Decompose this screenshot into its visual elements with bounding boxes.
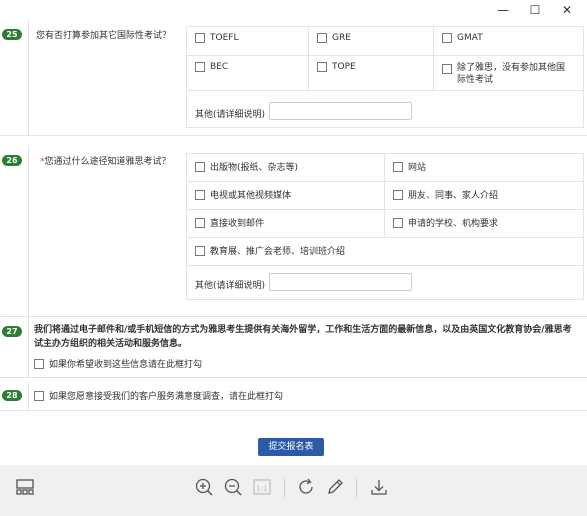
toolbar-separator xyxy=(356,479,357,497)
divider xyxy=(28,382,29,410)
checkbox[interactable] xyxy=(317,33,327,43)
other-input[interactable] xyxy=(269,102,412,120)
other-input[interactable] xyxy=(269,273,412,291)
question-27: 27 我们将通过电子邮件和/或手机短信的方式为雅思考生提供有关海外留学，工作和生… xyxy=(0,317,587,378)
checkbox[interactable] xyxy=(195,161,205,172)
options-grid: TOEFL GRE GMAT BEC TOPE 除了雅思，没有参加其他国际性考试… xyxy=(186,26,584,128)
checkbox[interactable] xyxy=(34,390,44,401)
checkbox[interactable] xyxy=(195,33,205,43)
option-none[interactable]: 除了雅思，没有参加其他国际性考试 xyxy=(434,56,583,91)
option-education-fair[interactable]: 教育展、推广会老师、培训班介绍 xyxy=(187,238,583,266)
q27-checkbox-option[interactable]: 如果你希望收到这些信息请在此框打勾 xyxy=(34,357,202,370)
question-number-badge: 27 xyxy=(2,326,22,337)
checkbox[interactable] xyxy=(442,33,452,43)
maximize-button[interactable]: ☐ xyxy=(525,2,545,18)
option-tv[interactable]: 电视或其他视频媒体 xyxy=(187,182,385,210)
submit-button[interactable]: 提交报名表 xyxy=(258,438,324,456)
zoom-out-icon xyxy=(224,478,242,496)
svg-text:1:1: 1:1 xyxy=(256,485,267,493)
rotate-icon xyxy=(299,478,313,494)
thumbnail-view-button[interactable] xyxy=(15,477,35,497)
divider xyxy=(28,317,29,377)
option-bec[interactable]: BEC xyxy=(187,56,309,91)
zoom-in-button[interactable] xyxy=(194,477,214,497)
option-website[interactable]: 网站 xyxy=(385,154,583,182)
toolbar-separator xyxy=(284,479,285,497)
download-button[interactable] xyxy=(369,477,389,497)
question-28: 28 如果您愿意接受我们的客户服务满意度调查，请在此框打勾 xyxy=(0,382,587,411)
question-26: 26 *您通过什么途径知道雅思考试？ 出版物(报纸、杂志等) 网站 电视或其他视… xyxy=(0,146,587,317)
options-grid: 出版物(报纸、杂志等) 网站 电视或其他视频媒体 朋友、同事、家人介绍 直接收到… xyxy=(186,153,584,300)
rotate-button[interactable] xyxy=(296,477,316,497)
other-label: 其他(请详细说明) xyxy=(195,281,266,291)
checkbox[interactable] xyxy=(393,217,403,228)
option-friends[interactable]: 朋友、同事、家人介绍 xyxy=(385,182,583,210)
checkbox[interactable] xyxy=(34,358,44,369)
download-icon xyxy=(371,480,387,495)
question-text: 您有否打算参加其它国际性考试？ xyxy=(36,31,172,41)
option-publication[interactable]: 出版物(报纸、杂志等) xyxy=(187,154,385,182)
zoom-in-icon xyxy=(195,478,213,496)
checkbox[interactable] xyxy=(393,189,403,200)
annotate-button[interactable] xyxy=(325,477,345,497)
viewer-toolbar: 1:1 xyxy=(0,465,587,516)
divider xyxy=(28,20,29,135)
other-label: 其他(请详细说明) xyxy=(195,110,266,120)
close-button[interactable]: ✕ xyxy=(557,2,577,18)
thumbnail-icon xyxy=(16,479,34,495)
checkbox[interactable] xyxy=(195,217,205,228)
checkbox[interactable] xyxy=(195,62,205,72)
minimize-icon: — xyxy=(497,3,509,17)
q28-checkbox-option[interactable]: 如果您愿意接受我们的客户服务满意度调查，请在此框打勾 xyxy=(34,389,283,402)
maximize-icon: ☐ xyxy=(529,3,541,17)
checkbox[interactable] xyxy=(195,189,205,200)
question-number-badge: 25 xyxy=(2,29,22,40)
checkbox[interactable] xyxy=(442,64,452,74)
zoom-out-button[interactable] xyxy=(223,477,243,497)
question-text: *您通过什么途径知道雅思考试？ xyxy=(40,157,171,167)
window-titlebar: — ☐ ✕ xyxy=(0,0,587,20)
question-text: 我们将通过电子邮件和/或手机短信的方式为雅思考生提供有关海外留学，工作和生活方面… xyxy=(34,325,572,349)
actual-size-icon: 1:1 xyxy=(253,479,271,495)
question-25: 25 您有否打算参加其它国际性考试？ TOEFL GRE GMAT BEC TO… xyxy=(0,20,587,136)
checkbox[interactable] xyxy=(393,161,403,172)
minimize-button[interactable]: — xyxy=(493,2,513,18)
actual-size-button[interactable]: 1:1 xyxy=(252,477,272,497)
divider xyxy=(28,146,29,316)
pencil-icon xyxy=(328,479,343,494)
checkbox[interactable] xyxy=(195,245,205,256)
close-icon: ✕ xyxy=(561,3,573,17)
option-tope[interactable]: TOPE xyxy=(309,56,434,91)
checkbox[interactable] xyxy=(317,62,327,72)
option-school[interactable]: 申请的学校、机构要求 xyxy=(385,210,583,238)
option-gre[interactable]: GRE xyxy=(309,27,434,56)
question-number-badge: 28 xyxy=(2,390,22,401)
option-gmat[interactable]: GMAT xyxy=(434,27,583,56)
option-toefl[interactable]: TOEFL xyxy=(187,27,309,56)
form-document: 25 您有否打算参加其它国际性考试？ TOEFL GRE GMAT BEC TO… xyxy=(0,20,587,465)
question-number-badge: 26 xyxy=(2,155,22,166)
option-mail[interactable]: 直接收到邮件 xyxy=(187,210,385,238)
